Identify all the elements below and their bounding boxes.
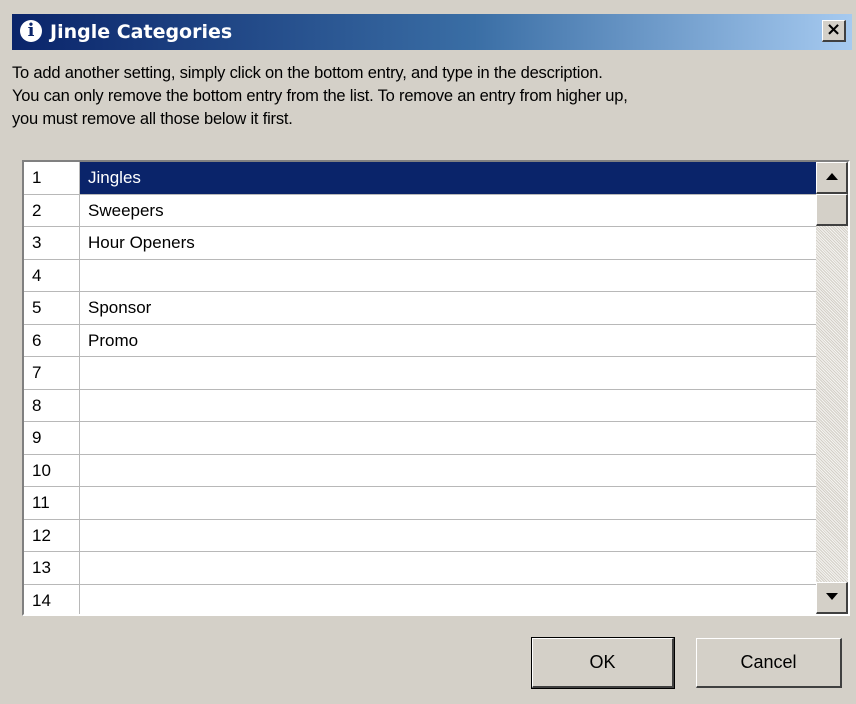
row-number: 7 bbox=[24, 357, 80, 389]
list-row[interactable]: 2 Sweepers bbox=[24, 194, 818, 227]
instructions-text: To add another setting, simply click on … bbox=[12, 62, 852, 131]
row-number: 4 bbox=[24, 259, 80, 291]
scroll-down-button[interactable] bbox=[816, 582, 848, 614]
row-description[interactable] bbox=[80, 585, 818, 615]
row-description[interactable] bbox=[80, 552, 818, 584]
list-row[interactable]: 3 Hour Openers bbox=[24, 227, 818, 260]
instructions-line-2: You can only remove the bottom entry fro… bbox=[12, 87, 628, 105]
row-description[interactable] bbox=[80, 390, 818, 422]
row-number: 6 bbox=[24, 324, 80, 356]
scroll-up-button[interactable] bbox=[816, 162, 848, 194]
row-description[interactable] bbox=[80, 260, 818, 292]
row-number: 12 bbox=[24, 519, 80, 551]
row-description[interactable]: Sponsor bbox=[80, 292, 818, 324]
row-number: 13 bbox=[24, 552, 80, 584]
row-description[interactable] bbox=[80, 357, 818, 389]
category-rows: 1 Jingles 2 Sweepers 3 Hour Openers 4 5 Sponsor 6… bbox=[24, 162, 818, 615]
list-row[interactable]: 10 bbox=[24, 454, 818, 487]
vertical-scrollbar[interactable] bbox=[816, 162, 848, 614]
list-row[interactable]: 5 Sponsor bbox=[24, 292, 818, 325]
list-row[interactable]: 13 bbox=[24, 552, 818, 585]
cancel-button[interactable]: Cancel bbox=[696, 638, 842, 688]
list-row[interactable]: 4 bbox=[24, 259, 818, 292]
row-description[interactable]: Promo bbox=[80, 325, 818, 357]
row-number: 5 bbox=[24, 292, 80, 324]
list-row[interactable]: 12 bbox=[24, 519, 818, 552]
list-row[interactable]: 14 bbox=[24, 584, 818, 615]
arrow-up-icon bbox=[825, 173, 838, 180]
list-row[interactable]: 1 Jingles bbox=[24, 162, 818, 195]
list-row[interactable]: 6 Promo bbox=[24, 324, 818, 357]
window-title: Jingle Categories bbox=[50, 21, 233, 43]
row-number: 10 bbox=[24, 454, 80, 486]
row-number: 8 bbox=[24, 389, 80, 421]
row-number: 2 bbox=[24, 194, 80, 226]
row-number: 9 bbox=[24, 422, 80, 454]
list-row[interactable]: 11 bbox=[24, 487, 818, 520]
close-button[interactable]: × bbox=[822, 20, 846, 42]
row-description[interactable] bbox=[80, 487, 818, 519]
row-description[interactable]: Hour Openers bbox=[80, 227, 818, 259]
instructions-line-3: you must remove all those below it first… bbox=[12, 110, 293, 128]
info-icon: i bbox=[20, 20, 42, 42]
row-number: 1 bbox=[24, 162, 80, 194]
row-number: 14 bbox=[24, 584, 80, 614]
list-row[interactable]: 9 bbox=[24, 422, 818, 455]
category-list[interactable]: 1 Jingles 2 Sweepers 3 Hour Openers 4 5 Sponsor 6… bbox=[22, 160, 850, 616]
row-number: 11 bbox=[24, 487, 80, 519]
row-description[interactable] bbox=[80, 455, 818, 487]
instructions-line-1: To add another setting, simply click on … bbox=[12, 64, 603, 82]
list-row[interactable]: 8 bbox=[24, 389, 818, 422]
row-description[interactable]: Jingles bbox=[80, 162, 818, 194]
list-row[interactable]: 7 bbox=[24, 357, 818, 390]
arrow-down-icon bbox=[825, 593, 838, 600]
row-number: 3 bbox=[24, 227, 80, 259]
title-bar[interactable]: i Jingle Categories × bbox=[12, 14, 852, 50]
scroll-thumb[interactable] bbox=[816, 194, 848, 226]
row-description[interactable] bbox=[80, 520, 818, 552]
row-description[interactable]: Sweepers bbox=[80, 195, 818, 227]
jingle-categories-dialog: i Jingle Categories × To add another set… bbox=[0, 0, 856, 704]
ok-button[interactable]: OK bbox=[531, 637, 675, 689]
row-description[interactable] bbox=[80, 422, 818, 454]
